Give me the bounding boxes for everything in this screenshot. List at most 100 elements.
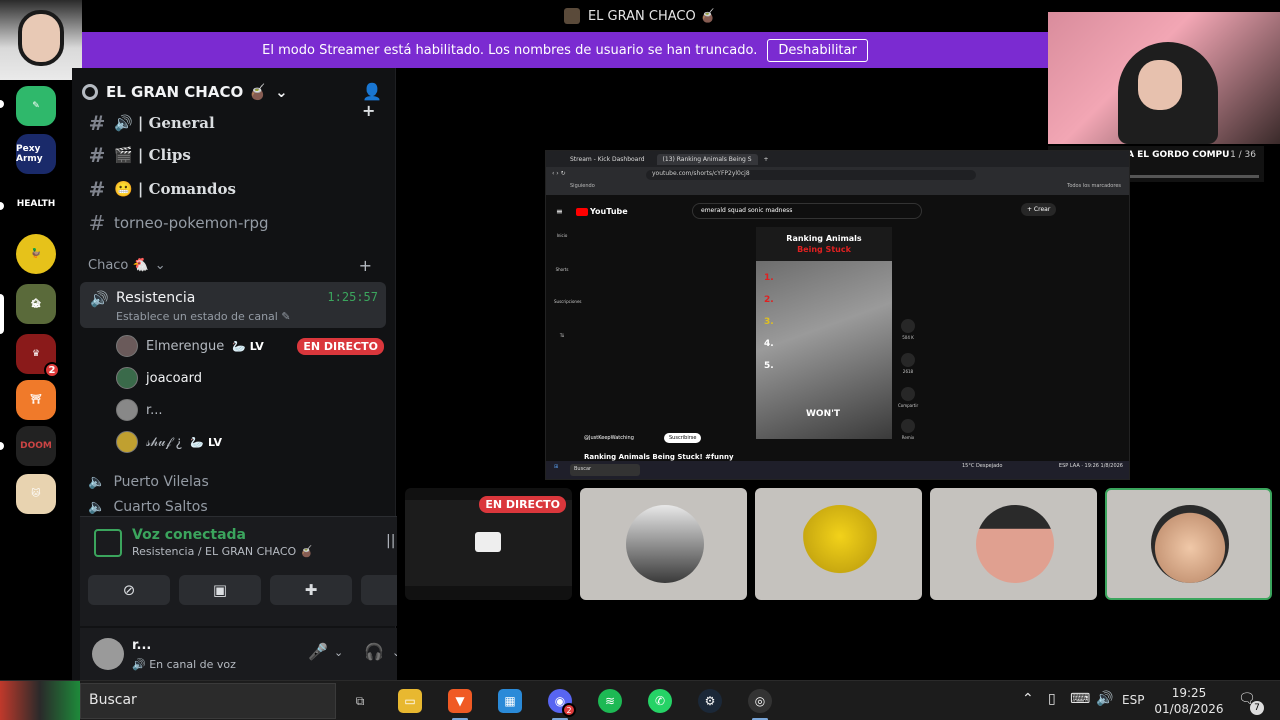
user-avatar[interactable] [92, 638, 124, 670]
comment-count: 2618 [902, 369, 914, 374]
discord-icon[interactable]: ◉ 2 [548, 689, 576, 717]
obs-icon[interactable]: ◎ [748, 689, 772, 713]
participant-tile[interactable] [755, 488, 922, 600]
nav-you[interactable]: Tú [554, 333, 570, 338]
headphones-icon[interactable]: 🎧 [364, 642, 384, 661]
subscribe-button[interactable]: Suscribirse [664, 433, 702, 443]
youtube-page: ≡ YouTube emerald squad sonic madness + … [546, 195, 1121, 461]
channel-general[interactable]: # 🔊 | General [88, 108, 215, 138]
new-tab-icon[interactable]: + [764, 156, 769, 163]
participant-avatar [626, 505, 704, 583]
channel-comandos[interactable]: # 😬 | Comandos [88, 174, 236, 204]
whatsapp-icon[interactable]: ✆ [648, 689, 672, 713]
server-doom[interactable]: DOOM [16, 426, 56, 466]
remix-action[interactable]: Remix [898, 419, 918, 440]
short-video[interactable]: Ranking Animals Being Stuck 1. 2. 3. 4. … [756, 227, 892, 439]
avatar [116, 367, 138, 389]
voice-channel-cuarto-saltos[interactable]: 🔈 Cuarto Saltos [88, 500, 208, 514]
browser-tab[interactable]: Stream - Kick Dashboard [564, 154, 651, 165]
server-header[interactable]: EL GRAN CHACO 🧉 ⌄ 👤+ [82, 80, 386, 120]
channel-label: torneo-pokemon-rpg [114, 214, 269, 232]
taskbar-search[interactable]: Buscar [80, 683, 336, 719]
voice-member[interactable]: r... [116, 396, 386, 424]
voice-member[interactable]: joacoard [116, 364, 386, 392]
participant-tile[interactable] [580, 488, 747, 600]
participant-avatar [801, 505, 879, 583]
youtube-play-icon [576, 207, 588, 216]
like-action[interactable]: 504 K [898, 319, 918, 340]
screen-share-stream[interactable]: Stream - Kick Dashboard (13) Ranking Ani… [545, 150, 1130, 480]
disable-streamer-button[interactable]: Deshabilitar [767, 38, 868, 62]
network-icon[interactable]: ⌨ [1070, 691, 1090, 707]
channel-handle[interactable]: @JustKeepWatching [584, 435, 634, 441]
like-count: 504 K [902, 335, 914, 340]
nav-home[interactable]: Inicio [554, 233, 570, 238]
voice-channel-puerto-vilelas[interactable]: 🔈 Puerto Vilelas [88, 468, 209, 496]
set-channel-status[interactable]: Establece un estado de canal ✎ [116, 310, 291, 323]
participant-tile[interactable] [930, 488, 1097, 600]
nav-shorts[interactable]: Shorts [554, 267, 570, 272]
language-indicator[interactable]: ESP [1122, 693, 1144, 707]
nav-subscriptions[interactable]: Suscripciones [554, 299, 582, 304]
create-button[interactable]: + Crear [1021, 203, 1057, 216]
tray-chevron-icon[interactable]: ⌃ [1022, 691, 1034, 707]
widgets-thumbnail[interactable] [0, 681, 80, 720]
chevron-down-icon[interactable]: ⌄ [334, 646, 343, 659]
server-green[interactable]: ✎ [16, 86, 56, 126]
task-view-icon[interactable]: ⧉ [348, 689, 372, 713]
participant-avatar [1151, 505, 1229, 583]
stream-preview-tile[interactable]: EN DIRECTO [405, 488, 572, 600]
channel-torneo-pokemon-rpg[interactable]: # torneo-pokemon-rpg [88, 208, 269, 238]
participant-tile-speaking[interactable] [1105, 488, 1272, 600]
file-explorer-icon[interactable]: ▭ [398, 689, 422, 713]
voice-connected-subtitle[interactable]: Resistencia / EL GRAN CHACO 🧉 [132, 545, 313, 558]
voice-member[interactable]: 𝓈𝒽𝓊𝒻 ¿ 🦢 LV [116, 428, 386, 456]
youtube-logo[interactable]: YouTube [576, 207, 628, 216]
browser-tab-active[interactable]: (13) Ranking Animals Being S [656, 153, 758, 165]
server-health[interactable]: HEALTH [16, 184, 56, 224]
share-action[interactable]: Compartir [898, 387, 918, 408]
voice-member[interactable]: Elmerengue 🦢 LV EN DIRECTO [116, 332, 386, 360]
channel-clips[interactable]: # 🎬 | Clips [88, 140, 191, 170]
server-red[interactable]: ♛ 2 [16, 334, 60, 378]
comment-action[interactable]: 2618 [898, 353, 918, 374]
short-title: Ranking Animals Being Stuck [756, 233, 892, 255]
steam-icon[interactable]: ⚙ [698, 689, 722, 713]
bookmark-all[interactable]: Todos los marcadores [1067, 183, 1121, 189]
server-orange[interactable]: ⛩ [16, 380, 56, 420]
nav-arrows-icon[interactable]: ‹ › ↻ [552, 170, 566, 177]
menu-icon[interactable]: ≡ [556, 207, 563, 216]
taskbar-clock[interactable]: 19:25 01/08/2026 [1154, 685, 1224, 717]
volume-icon[interactable]: 🔊 [1096, 691, 1113, 707]
microphone-icon[interactable]: 🎤 [308, 642, 328, 661]
bookmark-item[interactable]: Siguiendo [570, 183, 595, 189]
store-icon[interactable]: ▦ [498, 689, 522, 713]
phone-icon[interactable]: ▯ [1048, 691, 1056, 707]
member-name: r... [146, 402, 163, 418]
share-screen-button[interactable]: ▣ [179, 575, 261, 605]
server-cat[interactable]: 🐱 [16, 474, 56, 514]
notifications-icon[interactable]: 🗨 7 [1238, 691, 1264, 715]
channel-sidebar: EL GRAN CHACO 🧉 ⌄ 👤+ # 🔊 | General # 🎬 |… [72, 68, 458, 688]
category-chaco[interactable]: Chaco 🐔 ⌄ + [88, 256, 378, 275]
channel-label: Cuarto Saltos [113, 500, 208, 514]
invite-people-icon[interactable]: 👤+ [362, 82, 382, 120]
camera-toggle-button[interactable]: ⊘ [88, 575, 170, 605]
add-channel-icon[interactable]: + [359, 256, 372, 275]
activities-icon: ✚ [304, 581, 318, 599]
activities-button[interactable]: ✚ [270, 575, 352, 605]
spotify-icon[interactable]: ≋ [598, 689, 622, 713]
stream-lang: ESP LAA [1058, 463, 1080, 469]
member-tag: 🦢 LV [232, 339, 264, 353]
server-el-gran-chaco[interactable]: 🏚 [16, 284, 56, 324]
unread-pip [0, 442, 4, 450]
avatar [116, 399, 138, 421]
window-title: EL GRAN CHACO 🧉 [587, 8, 717, 24]
url-field[interactable]: youtube.com/shorts/cYFP2yl0cj8 [646, 170, 976, 180]
server-pexy-army[interactable]: Pexy Army [16, 134, 56, 174]
voice-channel-resistencia[interactable]: 🔊 Resistencia 1:25:57 Establece un estad… [80, 282, 386, 328]
server-duck[interactable]: 🦆 [16, 234, 56, 274]
brave-browser-icon[interactable]: ▼ [448, 689, 472, 713]
youtube-search[interactable]: emerald squad sonic madness [692, 203, 922, 219]
hash-icon: # [88, 211, 106, 235]
